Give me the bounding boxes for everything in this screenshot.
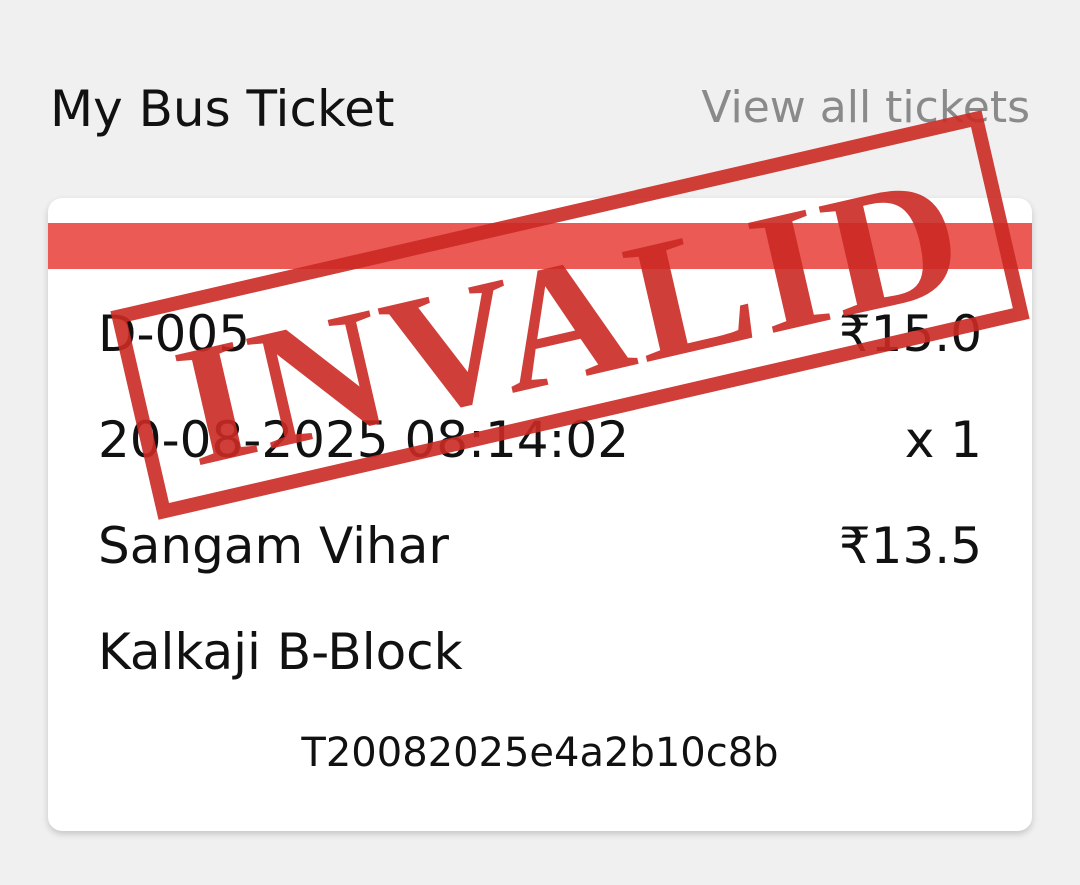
ticket-quantity: x 1 <box>904 411 982 469</box>
unit-fare: ₹13.5 <box>838 517 982 575</box>
ticket-datetime-row: 20-08-2025 08:14:02 x 1 <box>98 410 982 470</box>
destination-stop: Kalkaji B-Block <box>98 623 463 681</box>
ticket-route-row: D-005 ₹15.0 <box>98 304 982 364</box>
origin-stop: Sangam Vihar <box>98 517 449 575</box>
route-number: D-005 <box>98 305 250 363</box>
page-title: My Bus Ticket <box>50 80 395 138</box>
ticket-datetime: 20-08-2025 08:14:02 <box>98 411 630 469</box>
ticket-id: T20082025e4a2b10c8b <box>301 730 779 776</box>
total-fare: ₹15.0 <box>838 305 982 363</box>
ticket-card[interactable]: D-005 ₹15.0 20-08-2025 08:14:02 x 1 Sang… <box>48 198 1032 831</box>
view-all-tickets-link[interactable]: View all tickets <box>701 82 1030 133</box>
ticket-destination-row: Kalkaji B-Block <box>98 622 982 682</box>
ticket-status-bar <box>48 223 1032 269</box>
ticket-origin-row: Sangam Vihar ₹13.5 <box>98 516 982 576</box>
